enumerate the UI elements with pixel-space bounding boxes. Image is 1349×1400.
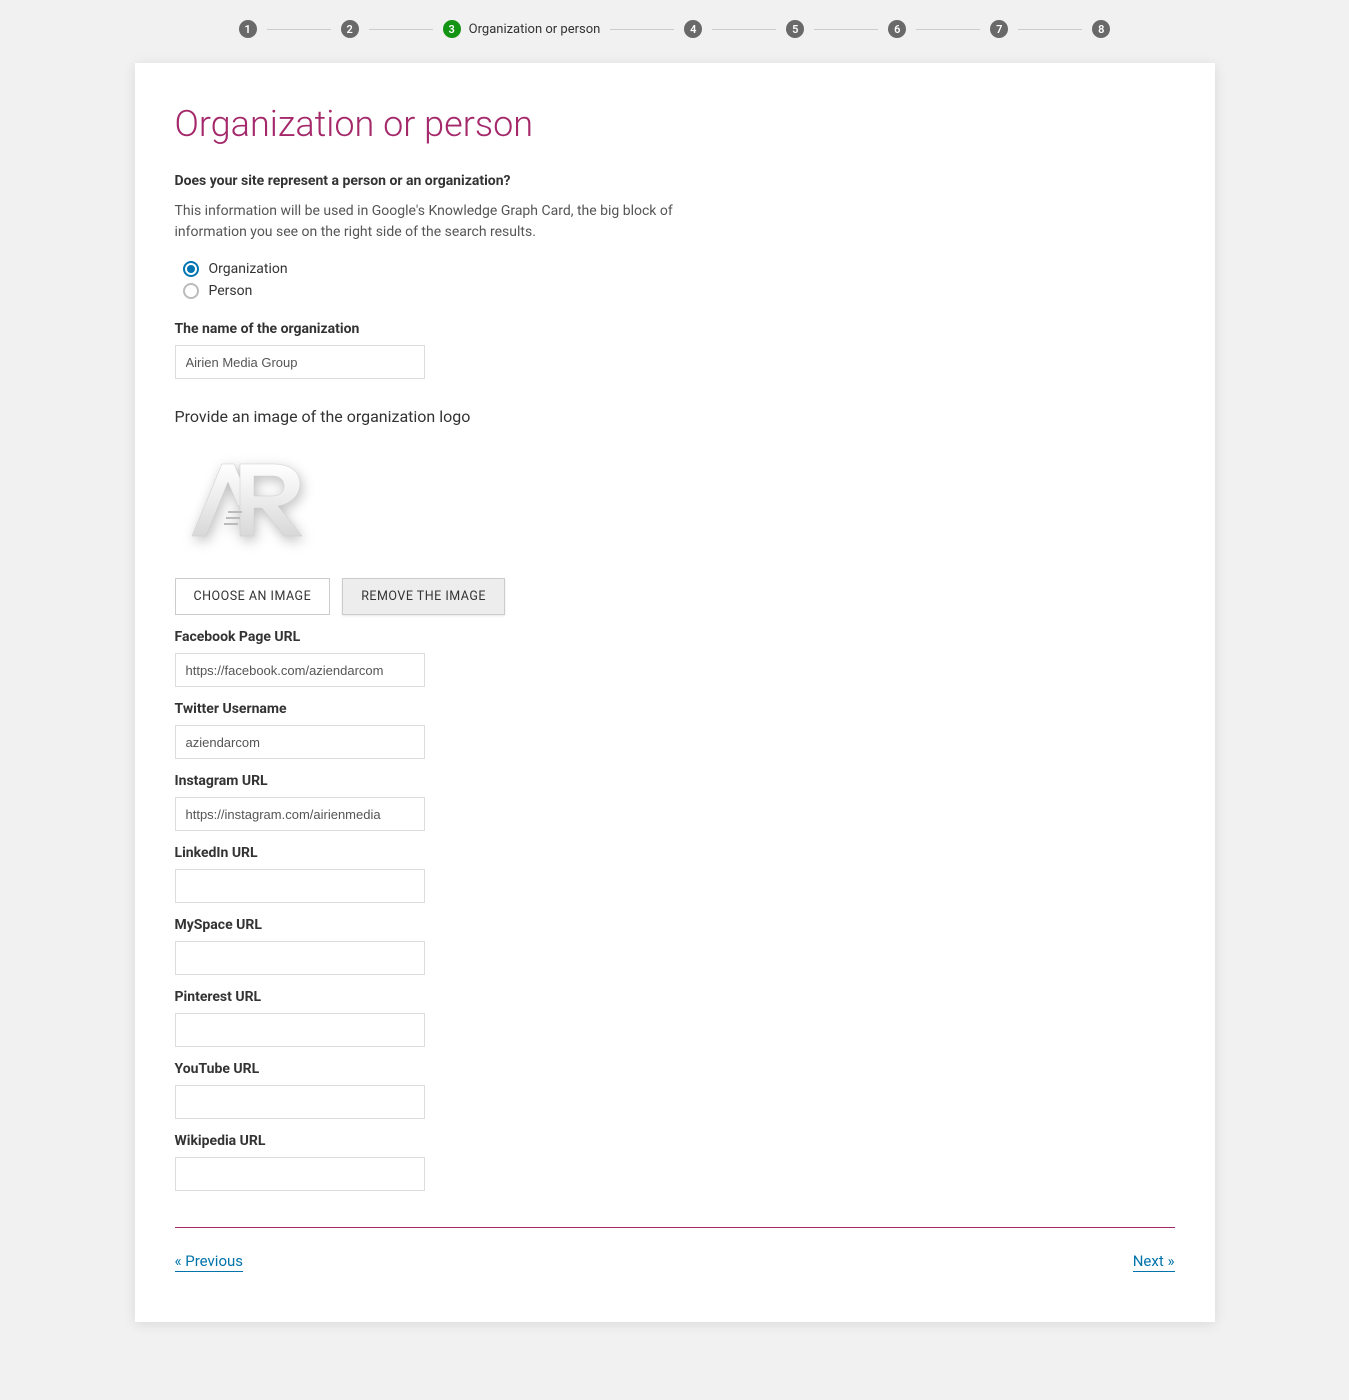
youtube-label: YouTube URL xyxy=(175,1061,1175,1077)
step-circle: 4 xyxy=(684,20,702,38)
page-title: Organization or person xyxy=(175,103,1175,145)
step-label: Organization or person xyxy=(469,22,601,37)
myspace-label: MySpace URL xyxy=(175,917,1175,933)
step-8[interactable]: 8 xyxy=(1092,20,1110,38)
radio-person[interactable]: Person xyxy=(183,283,1175,299)
previous-link[interactable]: « Previous xyxy=(175,1252,244,1272)
section-divider xyxy=(175,1227,1175,1228)
step-1[interactable]: 1 xyxy=(239,20,257,38)
radio-organization-label: Organization xyxy=(209,261,288,277)
next-link[interactable]: Next » xyxy=(1133,1252,1175,1272)
linkedin-label: LinkedIn URL xyxy=(175,845,1175,861)
step-5[interactable]: 5 xyxy=(786,20,804,38)
remove-image-button[interactable]: REMOVE THE IMAGE xyxy=(342,578,505,615)
step-connector xyxy=(267,29,331,30)
step-circle: 7 xyxy=(990,20,1008,38)
facebook-input[interactable] xyxy=(175,653,425,687)
org-name-label: The name of the organization xyxy=(175,321,1175,337)
step-3[interactable]: 3 Organization or person xyxy=(443,20,601,38)
radio-icon xyxy=(183,261,199,277)
step-circle: 5 xyxy=(786,20,804,38)
step-connector xyxy=(916,29,980,30)
wizard-stepper: 1 2 3 Organization or person 4 5 6 7 8 xyxy=(0,0,1349,63)
instagram-label: Instagram URL xyxy=(175,773,1175,789)
myspace-input[interactable] xyxy=(175,941,425,975)
step-circle: 1 xyxy=(239,20,257,38)
wizard-card: Organization or person Does your site re… xyxy=(135,63,1215,1322)
instagram-input[interactable] xyxy=(175,797,425,831)
step-circle: 6 xyxy=(888,20,906,38)
wikipedia-label: Wikipedia URL xyxy=(175,1133,1175,1149)
logo-image xyxy=(182,456,312,546)
logo-preview xyxy=(177,446,317,556)
logo-instruction: Provide an image of the organization log… xyxy=(175,407,1175,426)
step-connector xyxy=(610,29,674,30)
wikipedia-input[interactable] xyxy=(175,1157,425,1191)
entity-type-radio-group: Organization Person xyxy=(175,261,1175,299)
choose-image-button[interactable]: CHOOSE AN IMAGE xyxy=(175,578,331,615)
facebook-label: Facebook Page URL xyxy=(175,629,1175,645)
step-2[interactable]: 2 xyxy=(341,20,359,38)
step-4[interactable]: 4 xyxy=(684,20,702,38)
youtube-input[interactable] xyxy=(175,1085,425,1119)
step-6[interactable]: 6 xyxy=(888,20,906,38)
radio-person-label: Person xyxy=(209,283,253,299)
logo-button-row: CHOOSE AN IMAGE REMOVE THE IMAGE xyxy=(175,578,1175,615)
step-circle: 8 xyxy=(1092,20,1110,38)
step-7[interactable]: 7 xyxy=(990,20,1008,38)
linkedin-input[interactable] xyxy=(175,869,425,903)
step-connector xyxy=(814,29,878,30)
wizard-nav: « Previous Next » xyxy=(175,1252,1175,1272)
twitter-input[interactable] xyxy=(175,725,425,759)
pinterest-label: Pinterest URL xyxy=(175,989,1175,1005)
step-circle: 3 xyxy=(443,20,461,38)
step-connector xyxy=(712,29,776,30)
pinterest-input[interactable] xyxy=(175,1013,425,1047)
helper-text: This information will be used in Google'… xyxy=(175,201,695,243)
step-connector xyxy=(369,29,433,30)
step-connector xyxy=(1018,29,1082,30)
question-label: Does your site represent a person or an … xyxy=(175,173,1175,189)
org-name-input[interactable] xyxy=(175,345,425,379)
step-circle: 2 xyxy=(341,20,359,38)
twitter-label: Twitter Username xyxy=(175,701,1175,717)
radio-icon xyxy=(183,283,199,299)
radio-organization[interactable]: Organization xyxy=(183,261,1175,277)
